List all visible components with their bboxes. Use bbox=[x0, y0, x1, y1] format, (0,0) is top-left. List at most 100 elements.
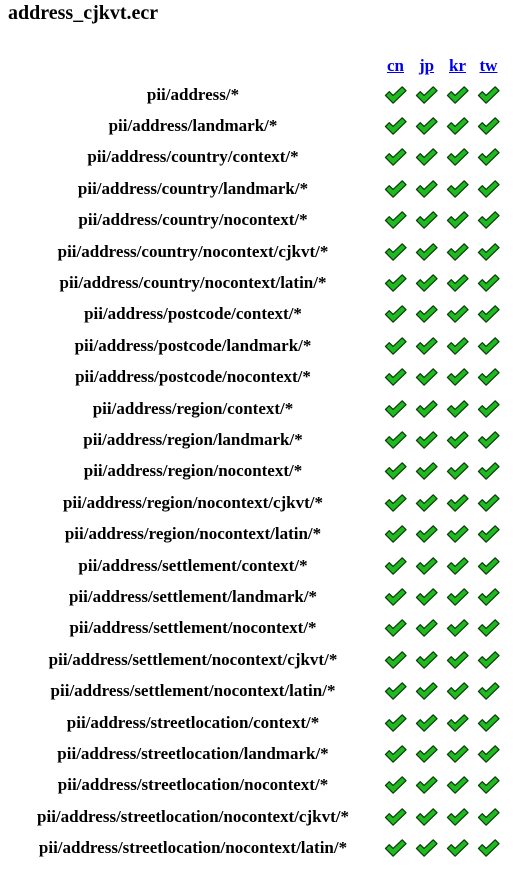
status-cell-kr bbox=[444, 267, 471, 298]
row-label: pii/address/streetlocation/nocontext/* bbox=[57, 775, 329, 795]
checkmark-icon bbox=[477, 713, 500, 733]
page-title: address_cjkvt.ecr bbox=[8, 2, 159, 24]
column-link-tw[interactable]: tw bbox=[480, 56, 498, 75]
table-row: pii/address/streetlocation/nocontext/cjk… bbox=[8, 801, 502, 832]
column-link-kr[interactable]: kr bbox=[449, 56, 466, 75]
status-cell-cn bbox=[382, 110, 409, 141]
checkmark-icon bbox=[415, 430, 438, 450]
status-cell-jp bbox=[413, 362, 440, 393]
checkmark-icon bbox=[477, 744, 500, 764]
row-label: pii/address/settlement/nocontext/latin/* bbox=[50, 681, 336, 701]
row-label: pii/address/country/nocontext/cjkvt/* bbox=[57, 241, 329, 261]
status-cell-cn bbox=[382, 330, 409, 361]
status-cell-kr bbox=[444, 393, 471, 424]
table-row: pii/address/region/context/* bbox=[8, 393, 502, 424]
checkmark-icon bbox=[446, 147, 469, 167]
checkmark-icon bbox=[446, 367, 469, 387]
table-row: pii/address/postcode/context/* bbox=[8, 299, 502, 330]
status-cell-tw bbox=[475, 362, 502, 393]
checkmark-icon bbox=[446, 713, 469, 733]
status-cell-jp bbox=[413, 424, 440, 455]
status-cell-cn bbox=[382, 675, 409, 706]
checkmark-icon bbox=[477, 838, 500, 858]
checkmark-icon bbox=[477, 116, 500, 136]
checkmark-icon bbox=[384, 367, 407, 387]
column-link-jp[interactable]: jp bbox=[419, 56, 434, 75]
table-row: pii/address/region/nocontext/cjkvt/* bbox=[8, 487, 502, 518]
checkmark-icon bbox=[477, 461, 500, 481]
status-cell-cn bbox=[382, 770, 409, 801]
status-cell-jp bbox=[413, 675, 440, 706]
row-label: pii/address/country/landmark/* bbox=[77, 178, 309, 198]
checkmark-icon bbox=[415, 493, 438, 513]
status-cell-cn bbox=[382, 832, 409, 863]
status-cell-kr bbox=[444, 362, 471, 393]
checkmark-icon bbox=[415, 681, 438, 701]
checkmark-icon bbox=[384, 399, 407, 419]
status-cell-jp bbox=[413, 205, 440, 236]
checkmark-icon bbox=[446, 430, 469, 450]
status-cell-tw bbox=[475, 110, 502, 141]
checkmark-icon bbox=[446, 775, 469, 795]
row-label: pii/address/region/landmark/* bbox=[83, 429, 303, 449]
row-label: pii/address/settlement/nocontext/* bbox=[69, 618, 317, 638]
status-cell-tw bbox=[475, 299, 502, 330]
status-cell-tw bbox=[475, 675, 502, 706]
table-row: pii/address/country/nocontext/latin/* bbox=[8, 267, 502, 298]
row-label: pii/address/streetlocation/nocontext/cjk… bbox=[37, 806, 349, 826]
column-header-jp: jp bbox=[413, 52, 440, 79]
table-row: pii/address/streetlocation/context/* bbox=[8, 707, 502, 738]
row-label: pii/address/postcode/context/* bbox=[84, 304, 302, 324]
checkmark-icon bbox=[415, 336, 438, 356]
checkmark-icon bbox=[384, 116, 407, 136]
row-label: pii/address/* bbox=[146, 84, 240, 104]
row-label: pii/address/settlement/context/* bbox=[78, 555, 308, 575]
status-cell-cn bbox=[382, 801, 409, 832]
status-cell-tw bbox=[475, 267, 502, 298]
results-table: cn jp kr tw pii/address/* pii/address/lan… bbox=[4, 52, 506, 864]
status-cell-kr bbox=[444, 770, 471, 801]
status-cell-kr bbox=[444, 236, 471, 267]
checkmark-icon bbox=[446, 838, 469, 858]
row-label: pii/address/country/nocontext/* bbox=[78, 210, 308, 230]
status-cell-kr bbox=[444, 738, 471, 769]
checkmark-icon bbox=[477, 367, 500, 387]
row-label: pii/address/postcode/landmark/* bbox=[74, 335, 312, 355]
row-label: pii/address/landmark/* bbox=[108, 116, 278, 136]
status-cell-cn bbox=[382, 644, 409, 675]
status-cell-tw bbox=[475, 424, 502, 455]
status-cell-kr bbox=[444, 487, 471, 518]
table-row: pii/address/settlement/nocontext/* bbox=[8, 613, 502, 644]
checkmark-icon bbox=[477, 179, 500, 199]
status-cell-kr bbox=[444, 79, 471, 110]
checkmark-icon bbox=[446, 116, 469, 136]
status-cell-tw bbox=[475, 644, 502, 675]
table-row: pii/address/settlement/landmark/* bbox=[8, 581, 502, 612]
row-label: pii/address/streetlocation/landmark/* bbox=[57, 743, 329, 763]
row-label: pii/address/country/nocontext/latin/* bbox=[59, 273, 327, 293]
status-cell-tw bbox=[475, 173, 502, 204]
checkmark-icon bbox=[477, 336, 500, 356]
row-label: pii/address/region/nocontext/latin/* bbox=[64, 524, 322, 544]
table-row: pii/address/settlement/context/* bbox=[8, 550, 502, 581]
row-label: pii/address/region/nocontext/cjkvt/* bbox=[62, 492, 324, 512]
checkmark-icon bbox=[477, 650, 500, 670]
status-cell-tw bbox=[475, 707, 502, 738]
status-cell-jp bbox=[413, 267, 440, 298]
status-cell-tw bbox=[475, 487, 502, 518]
column-link-cn[interactable]: cn bbox=[387, 56, 404, 75]
checkmark-icon bbox=[415, 775, 438, 795]
checkmark-icon bbox=[477, 493, 500, 513]
status-cell-jp bbox=[413, 173, 440, 204]
checkmark-icon bbox=[384, 85, 407, 105]
checkmark-icon bbox=[477, 147, 500, 167]
checkmark-icon bbox=[477, 399, 500, 419]
status-cell-tw bbox=[475, 581, 502, 612]
status-cell-kr bbox=[444, 330, 471, 361]
checkmark-icon bbox=[477, 210, 500, 230]
status-cell-tw bbox=[475, 456, 502, 487]
table-row: pii/address/region/nocontext/latin/* bbox=[8, 518, 502, 549]
checkmark-icon bbox=[384, 775, 407, 795]
checkmark-icon bbox=[446, 524, 469, 544]
status-cell-jp bbox=[413, 110, 440, 141]
